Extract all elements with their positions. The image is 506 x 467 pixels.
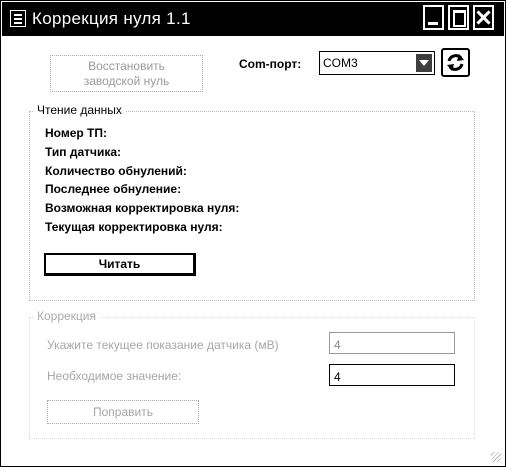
app-icon: [10, 10, 26, 27]
current-zero-correction-label: Текущая корректировка нуля:: [45, 220, 223, 234]
resize-grip-icon[interactable]: [491, 452, 501, 462]
correction-group-title: Коррекция: [34, 309, 100, 323]
close-button[interactable]: [473, 5, 494, 30]
current-reading-label: Укажите текущее показание датчика (мВ): [47, 338, 279, 352]
com-port-value: COM3: [323, 56, 358, 70]
needed-value-label: Необходимое значение:: [47, 369, 182, 383]
com-port-label: Com-порт:: [239, 57, 302, 71]
sensor-type-label: Тип датчика:: [45, 145, 122, 159]
minimize-button[interactable]: [423, 5, 444, 30]
restore-button-line2: заводской нуль: [83, 74, 170, 88]
window-title: Коррекция нуля 1.1: [32, 9, 191, 28]
restore-factory-zero-button[interactable]: Восстановить заводской нуль: [50, 55, 203, 92]
restore-button-line1: Восстановить: [88, 59, 165, 73]
zeroing-count-label: Количество обнулений:: [45, 164, 187, 178]
chevron-down-icon[interactable]: [416, 54, 432, 72]
possible-zero-correction-label: Возможная корректировка нуля:: [45, 201, 240, 215]
refresh-ports-button[interactable]: [441, 48, 470, 77]
fix-button[interactable]: Поправить: [47, 400, 199, 424]
maximize-button[interactable]: [448, 5, 469, 30]
com-port-select[interactable]: COM3: [319, 51, 435, 75]
current-reading-field[interactable]: [329, 332, 455, 354]
last-zeroing-label: Последнее обнуление:: [45, 182, 182, 196]
read-button[interactable]: Читать: [44, 253, 196, 276]
read-group-title: Чтение данных: [34, 103, 125, 117]
needed-value-field[interactable]: [329, 364, 455, 386]
main-window: Коррекция нуля 1.1 Восстановить заводско…: [0, 0, 506, 467]
refresh-icon: [447, 54, 464, 71]
title-bar[interactable]: Коррекция нуля 1.1: [2, 2, 504, 36]
tp-number-label: Номер ТП:: [45, 126, 108, 140]
